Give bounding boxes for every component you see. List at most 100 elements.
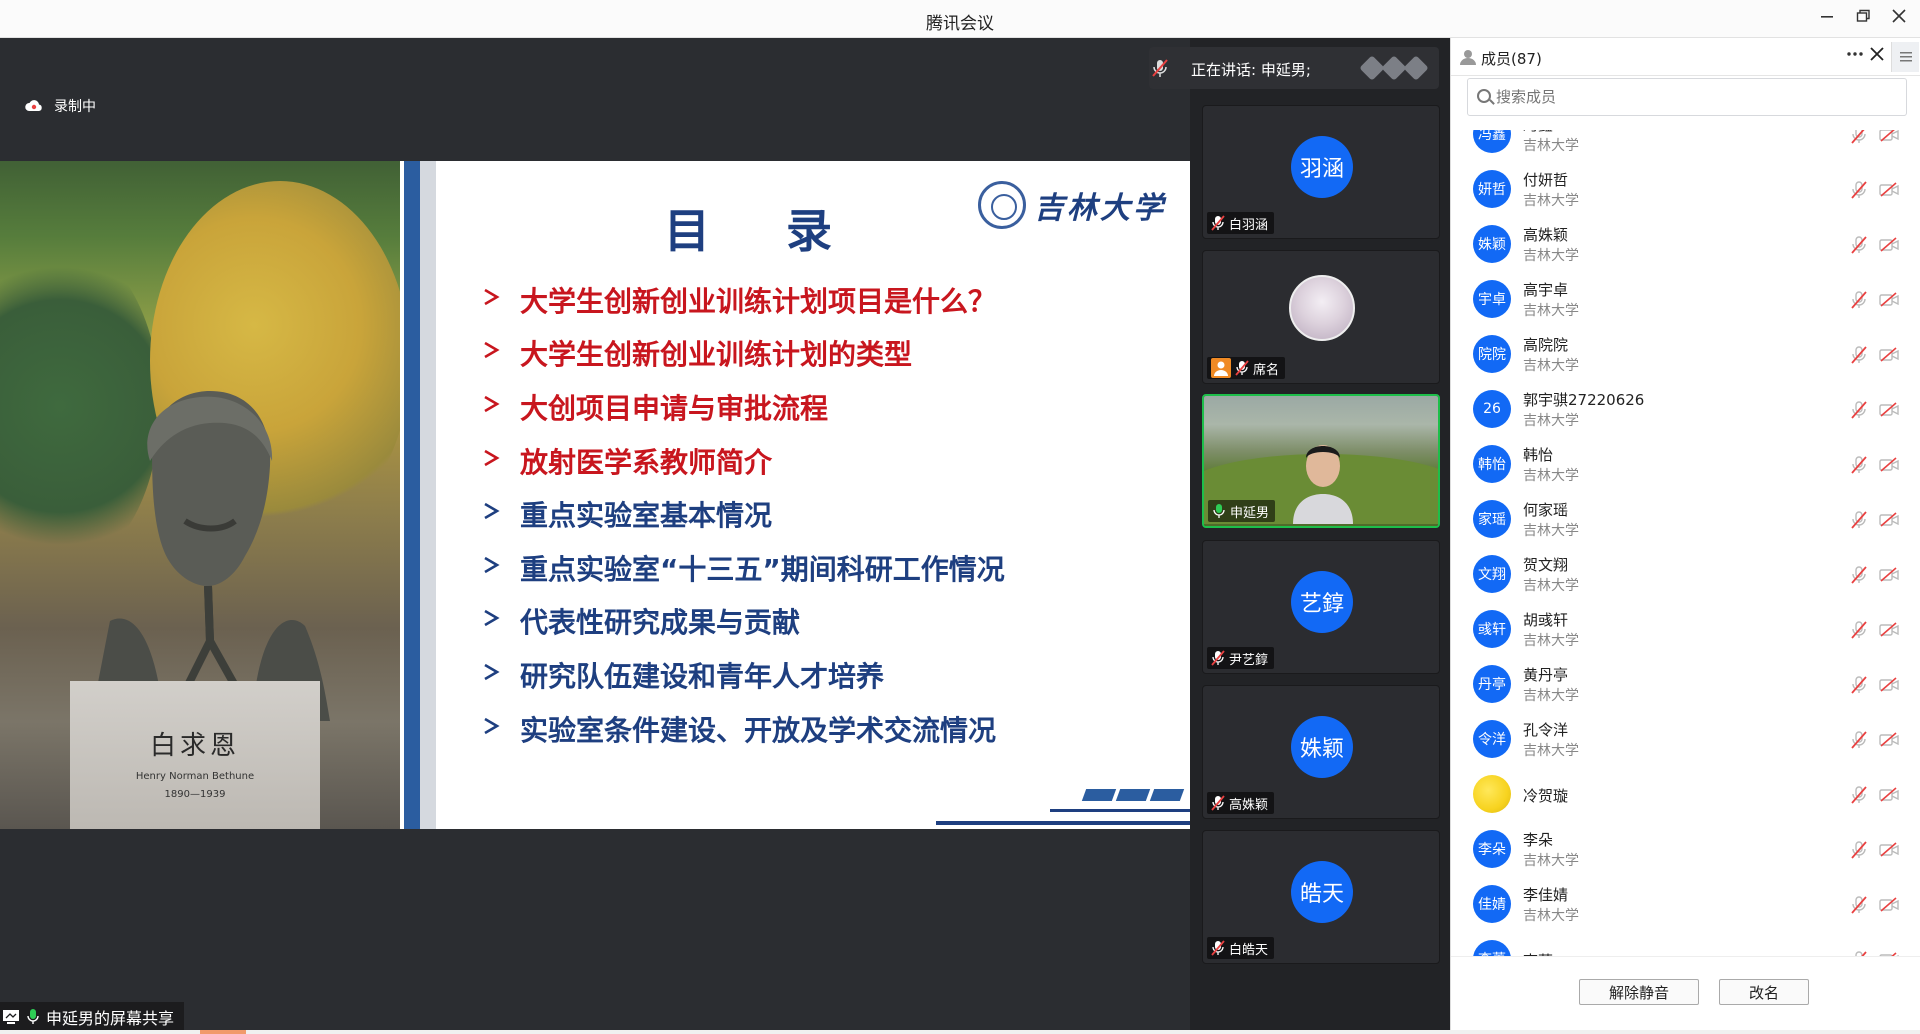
mic-muted-icon[interactable]	[1149, 57, 1171, 79]
host-user-icon	[1211, 358, 1231, 378]
member-row[interactable]: 佳婧 李佳婧 吉林大学	[1451, 878, 1920, 933]
member-row[interactable]: 家瑶 何家瑶 吉林大学	[1451, 493, 1920, 548]
member-avatar: 文翔	[1473, 555, 1511, 593]
mic-muted-icon[interactable]	[1849, 130, 1869, 149]
camera-off-icon[interactable]	[1879, 897, 1899, 917]
camera-off-icon[interactable]	[1879, 787, 1899, 807]
camera-off-icon[interactable]	[1879, 402, 1899, 422]
member-row[interactable]: 文翔 贺文翔吉林大学	[1451, 548, 1920, 603]
video-tile[interactable]: 艺錞 尹艺錞	[1202, 540, 1440, 674]
member-organization: 吉林大学	[1523, 578, 1579, 594]
member-row[interactable]: 丹亭 黄丹亭 吉林大学	[1451, 658, 1920, 713]
member-name: 胡彧轩	[1523, 611, 1569, 629]
camera-off-icon[interactable]	[1879, 457, 1899, 477]
camera-off-icon[interactable]	[1879, 292, 1899, 312]
member-row[interactable]: 冷贺璇	[1451, 768, 1920, 823]
minimize-button[interactable]	[1814, 6, 1840, 32]
screen-share-label: 申延男的屏幕共享	[0, 1002, 185, 1032]
mic-muted-icon[interactable]	[1849, 620, 1869, 644]
share-label-text: 申延男的屏幕共享	[46, 1009, 175, 1028]
mic-muted-icon[interactable]	[1849, 455, 1869, 479]
toc-arrow-icon	[482, 287, 506, 313]
member-avatar: 彧轩	[1473, 610, 1511, 648]
member-row[interactable]: 妍哲 付妍哲 吉林大学	[1451, 163, 1920, 218]
member-row[interactable]: 彧轩 胡彧轩 吉林大学	[1451, 603, 1920, 658]
member-avatar: 佳婧	[1473, 885, 1511, 923]
member-row[interactable]: 院院 高院院 吉林大学	[1451, 328, 1920, 383]
mic-muted-icon[interactable]	[1849, 345, 1869, 369]
participant-name: 申延男	[1230, 505, 1270, 521]
panel-menu-button[interactable]	[1891, 42, 1919, 72]
camera-off-icon[interactable]	[1879, 732, 1899, 752]
camera-off-icon[interactable]	[1879, 182, 1899, 202]
toc-item-text: 大创项目申请与审批流程	[520, 391, 829, 425]
member-row[interactable]: 冯鑫冯鑫吉林大学	[1451, 130, 1920, 163]
video-tile[interactable]: 姝颖 高姝颖	[1202, 685, 1440, 819]
more-options-button[interactable]	[1845, 44, 1865, 69]
mic-muted-icon[interactable]	[1849, 675, 1869, 699]
close-icon	[1870, 47, 1884, 61]
mic-muted-icon[interactable]	[1849, 895, 1869, 919]
member-row[interactable]: 宇卓 高宇卓 吉林大学	[1451, 273, 1920, 328]
mic-muted-icon[interactable]	[1849, 785, 1869, 809]
camera-off-icon[interactable]	[1879, 130, 1899, 147]
camera-off-icon[interactable]	[1879, 567, 1899, 587]
member-name: 贺文翔	[1523, 556, 1569, 574]
camera-off-icon[interactable]	[1879, 237, 1899, 257]
member-organization: 吉林大学	[1523, 743, 1579, 759]
rename-button[interactable]: 改名	[1719, 979, 1809, 1005]
close-window-button[interactable]	[1886, 6, 1912, 32]
camera-off-icon[interactable]	[1879, 677, 1899, 697]
member-row[interactable]: 韩怡 韩怡 吉林大学	[1451, 438, 1920, 493]
video-tile[interactable]: 皓天 白皓天	[1202, 830, 1440, 964]
close-icon	[1892, 9, 1906, 23]
toc-item: 重点实验室基本情况	[482, 487, 1005, 541]
member-name: 高姝颖	[1523, 226, 1569, 244]
mic-muted-icon[interactable]	[1849, 510, 1869, 534]
close-panel-button[interactable]	[1869, 45, 1885, 67]
mic-muted-icon[interactable]	[1849, 180, 1869, 204]
mic-muted-icon[interactable]	[1849, 730, 1869, 754]
mic-muted-icon[interactable]	[1849, 290, 1869, 314]
camera-off-icon[interactable]	[1879, 512, 1899, 532]
member-name: 冷贺璇	[1523, 787, 1569, 805]
speaking-text: 正在讲话: 申延男;	[1191, 61, 1311, 79]
camera-off-icon[interactable]	[1879, 347, 1899, 367]
members-panel-footer: 解除静音 改名	[1451, 956, 1920, 1034]
video-tile[interactable]: 席名	[1202, 250, 1440, 384]
member-row[interactable]: 姝颖 高姝颖 吉林大学	[1451, 218, 1920, 273]
member-name: 孔令洋	[1523, 721, 1569, 739]
member-avatar: 冯鑫	[1473, 130, 1511, 153]
member-avatar: 宇卓	[1473, 280, 1511, 318]
network-signal-icon	[1359, 55, 1433, 81]
mic-muted-icon[interactable]	[1849, 235, 1869, 259]
mic-muted-icon[interactable]	[1849, 400, 1869, 424]
statue-pedestal: 白求恩 Henry Norman Bethune 1890—1939	[70, 681, 320, 829]
mic-muted-icon[interactable]	[1849, 840, 1869, 864]
video-tile-active-speaker[interactable]: 申延男	[1202, 394, 1440, 528]
members-list[interactable]: 冯鑫冯鑫吉林大学妍哲付妍哲吉林大学姝颖高姝颖吉林大学宇卓高宇卓吉林大学院院高院院…	[1451, 130, 1920, 992]
hamburger-icon	[1899, 52, 1912, 62]
search-input[interactable]	[1496, 79, 1896, 115]
mic-muted-icon[interactable]	[1849, 565, 1869, 589]
recording-indicator[interactable]: 录制中	[24, 96, 96, 116]
member-organization: 吉林大学	[1523, 908, 1579, 924]
video-tile[interactable]: 羽涵 白羽涵	[1202, 105, 1440, 239]
restore-button[interactable]	[1850, 6, 1876, 32]
member-organization: 吉林大学	[1523, 468, 1579, 484]
member-row[interactable]: 26 郭宇骐27220626 吉林大学	[1451, 383, 1920, 438]
member-avatar: 姝颖	[1473, 225, 1511, 263]
unmute-button[interactable]: 解除静音	[1579, 979, 1699, 1005]
participant-label: 白皓天	[1207, 937, 1275, 959]
camera-off-icon[interactable]	[1879, 622, 1899, 642]
member-avatar: 丹亭	[1473, 665, 1511, 703]
participant-person	[1293, 445, 1353, 524]
camera-off-icon[interactable]	[1879, 842, 1899, 862]
bethune-statue-photo: 白求恩 Henry Norman Bethune 1890—1939	[0, 161, 400, 829]
member-row[interactable]: 令洋 孔令洋 吉林大学	[1451, 713, 1920, 768]
toc-arrow-icon	[482, 608, 506, 634]
member-row[interactable]: 李朵 李朵 吉林大学	[1451, 823, 1920, 878]
recording-label: 录制中	[54, 99, 96, 115]
mic-muted-icon	[1211, 940, 1225, 956]
member-search[interactable]	[1467, 78, 1907, 116]
